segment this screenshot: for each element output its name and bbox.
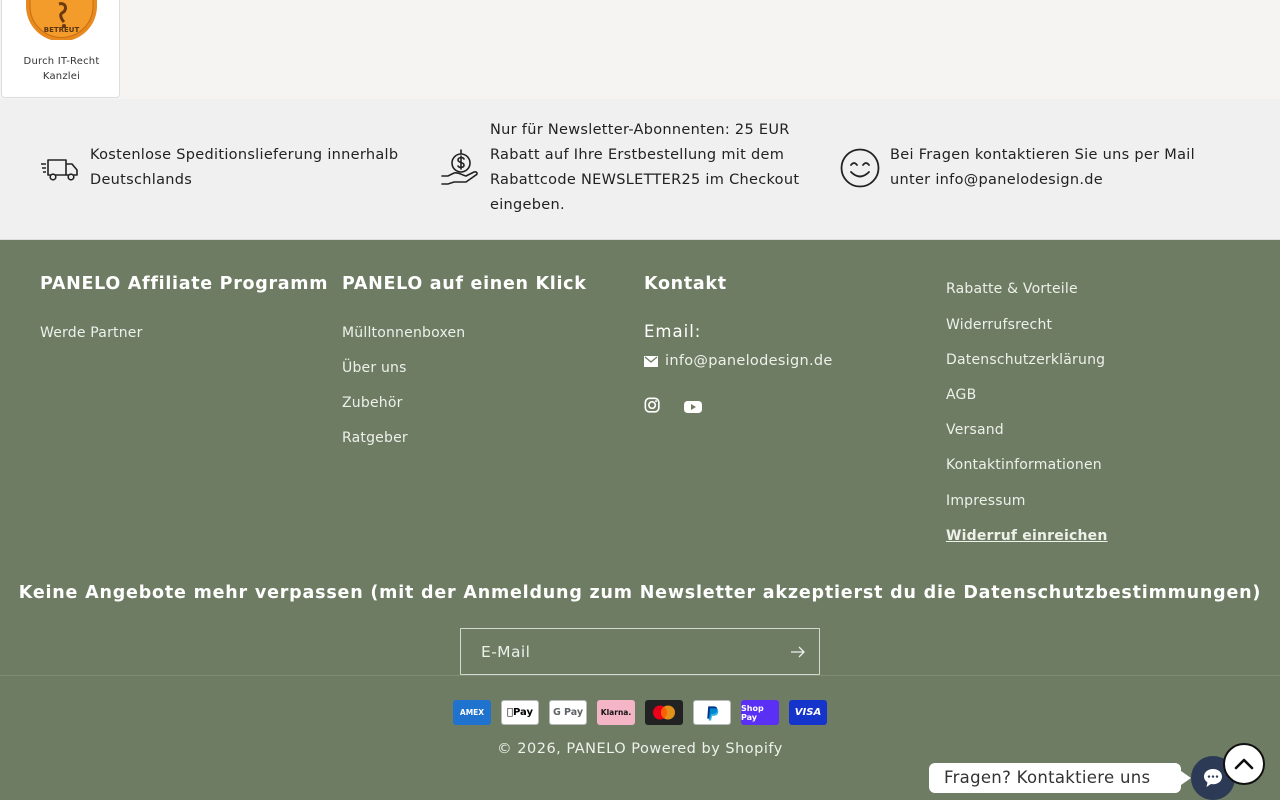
link-kontaktinformationen[interactable]: Kontaktinformationen (946, 457, 1102, 473)
link-widerrufsrecht[interactable]: Widerrufsrecht (946, 317, 1052, 333)
usp-newsletter-text: Nur für Newsletter-Abonnenten: 25 EUR Ra… (490, 122, 800, 213)
youtube-icon[interactable] (683, 397, 703, 417)
email-label: Email: (644, 322, 702, 341)
quick-links-title: PANELO auf einen Klick (342, 274, 587, 294)
smiley-icon (840, 148, 880, 188)
usp-shipping-text: Kostenlose Speditionslieferung innerhalb… (90, 147, 399, 188)
shop-pay-icon: Shop Pay (741, 700, 779, 725)
copyright: © 2026, PANELO Powered by Shopify (0, 741, 1280, 757)
newsletter-submit-button[interactable] (789, 643, 807, 661)
link-agb[interactable]: AGB (946, 387, 976, 403)
it-recht-seal-icon: BETREUT (26, 0, 97, 40)
scroll-to-top-button[interactable] (1223, 743, 1265, 785)
truck-icon (41, 159, 78, 181)
link-muelltonnenboxen[interactable]: Mülltonnenboxen (342, 325, 465, 341)
apple-pay-icon: Pay (501, 700, 539, 725)
affiliate-title: PANELO Affiliate Programm (40, 274, 329, 294)
contact-email-link[interactable]: info@panelodesign.de (644, 353, 833, 369)
instagram-icon[interactable] (644, 397, 664, 417)
badge-caption: Durch IT-Recht Kanzlei (23, 56, 100, 82)
link-werde-partner[interactable]: Werde Partner (40, 325, 143, 341)
it-recht-badge[interactable]: BETREUT Durch IT-Recht Kanzlei (1, 0, 120, 98)
link-ratgeber[interactable]: Ratgeber (342, 430, 408, 446)
link-widerruf-einreichen[interactable]: Widerruf einreichen (946, 528, 1108, 544)
newsletter-title: Keine Angebote mehr verpassen (mit der A… (18, 583, 1262, 603)
contact-email-text: info@panelodesign.de (665, 353, 833, 369)
chevron-up-icon (1234, 758, 1254, 770)
mastercard-icon (645, 700, 683, 725)
paypal-icon (693, 700, 731, 725)
arrow-right-icon (791, 646, 805, 658)
link-rabatte-vorteile[interactable]: Rabatte & Vorteile (946, 281, 1078, 297)
copyright-brand-link[interactable]: PANELO (566, 741, 626, 757)
payment-icons: AMEX Pay G Pay Klarna. Shop Pay VISA (453, 700, 827, 725)
newsletter-email-input[interactable] (481, 629, 781, 674)
link-zubehoer[interactable]: Zubehör (342, 395, 403, 411)
link-datenschutz[interactable]: Datenschutzerklärung (946, 352, 1105, 368)
powered-by-shopify-link[interactable]: Powered by Shopify (631, 741, 783, 757)
footer-divider (0, 675, 1280, 676)
usp-contact: Bei Fragen kontaktieren Sie uns per Mail… (840, 143, 1195, 193)
klarna-icon: Klarna. (597, 700, 635, 725)
usp-shipping: Kostenlose Speditionslieferung innerhalb… (40, 143, 398, 193)
usp-contact-text: Bei Fragen kontaktieren Sie uns per Mail… (890, 147, 1195, 188)
newsletter-form (460, 628, 820, 675)
link-impressum[interactable]: Impressum (946, 493, 1026, 509)
google-pay-icon: G Pay (549, 700, 587, 725)
money-hand-icon (441, 149, 478, 185)
amex-icon: AMEX (453, 700, 491, 725)
copyright-prefix: © 2026, (497, 741, 562, 757)
link-versand[interactable]: Versand (946, 422, 1004, 438)
usp-bar: Kostenlose Speditionslieferung innerhalb… (0, 99, 1280, 240)
chat-bubble-icon (1204, 769, 1222, 787)
link-ueber-uns[interactable]: Über uns (342, 360, 407, 376)
top-area: BETREUT Durch IT-Recht Kanzlei (0, 0, 1280, 99)
chat-prompt-label[interactable]: Fragen? Kontaktiere uns (929, 763, 1191, 793)
svg-text:BETREUT: BETREUT (44, 26, 80, 34)
contact-title: Kontakt (644, 274, 727, 294)
visa-icon: VISA (789, 700, 827, 725)
envelope-icon (644, 355, 658, 367)
usp-newsletter-discount: Nur für Newsletter-Abonnenten: 25 EUR Ra… (440, 118, 799, 218)
